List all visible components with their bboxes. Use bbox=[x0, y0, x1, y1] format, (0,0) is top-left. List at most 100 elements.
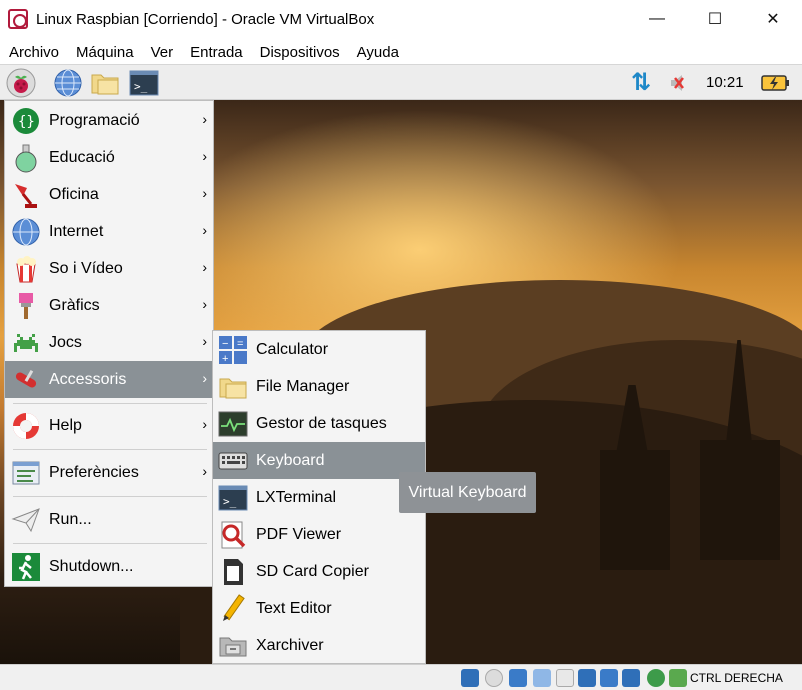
submenu-arrow-icon: › bbox=[202, 185, 207, 201]
menu-item-run[interactable]: Run... bbox=[5, 501, 213, 538]
menu-ver[interactable]: Ver bbox=[142, 44, 182, 61]
usb-icon[interactable] bbox=[556, 669, 574, 687]
space-invader-icon bbox=[14, 333, 38, 352]
svg-text:{}: {} bbox=[18, 114, 35, 130]
submenu-arrow-icon: › bbox=[202, 259, 207, 275]
menu-entrada[interactable]: Entrada bbox=[181, 44, 251, 61]
submenu-item-label: Text Editor bbox=[256, 599, 332, 617]
menu-separator bbox=[13, 403, 207, 404]
submenu-arrow-icon: › bbox=[202, 370, 207, 386]
menu-item-label: Help bbox=[49, 416, 82, 434]
virtualization-icon[interactable] bbox=[647, 669, 665, 687]
menu-separator bbox=[13, 543, 207, 544]
submenu-item-keyboard[interactable]: Keyboard bbox=[213, 442, 425, 479]
education-flask-icon bbox=[15, 144, 37, 172]
submenu-item-xarchiver[interactable]: Xarchiver bbox=[213, 627, 425, 664]
menu-item-label: Gràfics bbox=[49, 296, 100, 314]
tooltip-virtual-keyboard: Virtual Keyboard bbox=[399, 472, 536, 513]
virtualbox-statusbar: CTRL DERECHA bbox=[0, 664, 802, 690]
display-icon[interactable] bbox=[600, 669, 618, 687]
svg-text:−: − bbox=[222, 338, 228, 350]
minimize-button[interactable]: — bbox=[628, 0, 686, 38]
submenu-item-calculator[interactable]: − = + Calculator bbox=[213, 331, 425, 368]
menu-item-label: Preferències bbox=[49, 463, 139, 481]
svg-text:>_: >_ bbox=[223, 495, 237, 508]
virtualbox-menubar: Archivo Máquina Ver Entrada Dispositivos… bbox=[0, 40, 802, 64]
lifebuoy-icon bbox=[13, 412, 39, 439]
raspberry-pi-logo-icon[interactable] bbox=[6, 68, 36, 98]
speaker-muted-icon[interactable] bbox=[665, 68, 695, 98]
network-arrows-icon[interactable]: ⇅ bbox=[626, 68, 656, 98]
menu-item-label: Educació bbox=[49, 148, 115, 166]
menu-archivo[interactable]: Archivo bbox=[0, 44, 67, 61]
submenu-item-lxterminal[interactable]: >_ LXTerminal bbox=[213, 479, 425, 516]
menu-item-help[interactable]: Help › bbox=[5, 407, 213, 444]
submenu-arrow-icon: › bbox=[202, 416, 207, 432]
web-browser-globe-icon[interactable] bbox=[53, 68, 83, 98]
menu-item-shutdown[interactable]: Shutdown... bbox=[5, 548, 213, 585]
terminal-icon: >_ bbox=[218, 485, 248, 510]
sd-card-icon bbox=[224, 558, 243, 585]
menu-item-label: Run... bbox=[49, 510, 92, 528]
submenu-arrow-icon: › bbox=[202, 148, 207, 164]
submenu-item-label: Keyboard bbox=[256, 451, 325, 469]
close-button[interactable]: ✕ bbox=[744, 0, 802, 38]
virtualbox-app-icon bbox=[8, 9, 28, 29]
submenu-arrow-icon: › bbox=[202, 222, 207, 238]
menu-dispositivos[interactable]: Dispositivos bbox=[251, 44, 348, 61]
terminal-icon[interactable]: >_ bbox=[129, 68, 159, 98]
preferences-panel-icon bbox=[12, 461, 40, 484]
network-icon[interactable] bbox=[533, 669, 551, 687]
menu-item-jocs[interactable]: Jocs › bbox=[5, 324, 213, 361]
panel-clock[interactable]: 10:21 bbox=[706, 74, 744, 91]
submenu-item-label: File Manager bbox=[256, 377, 350, 395]
menu-item-label: Oficina bbox=[49, 185, 99, 203]
menu-item-internet[interactable]: Internet › bbox=[5, 213, 213, 250]
menu-item-so-i-video[interactable]: So i Vídeo › bbox=[5, 250, 213, 287]
mouse-integration-icon[interactable] bbox=[669, 669, 687, 687]
video-capture-icon[interactable] bbox=[622, 669, 640, 687]
menu-item-oficina[interactable]: Oficina › bbox=[5, 176, 213, 213]
folder-icon bbox=[219, 378, 247, 398]
menu-ayuda[interactable]: Ayuda bbox=[348, 44, 407, 61]
submenu-item-pdf-viewer[interactable]: PDF Viewer bbox=[213, 516, 425, 553]
maximize-button[interactable]: ☐ bbox=[686, 0, 744, 38]
submenu-item-label: Xarchiver bbox=[256, 636, 324, 654]
pdf-magnifier-icon bbox=[221, 521, 246, 548]
exit-running-man-icon bbox=[12, 552, 40, 581]
menu-item-preferencies[interactable]: Preferències › bbox=[5, 454, 213, 491]
submenu-item-sd-card-copier[interactable]: SD Card Copier bbox=[213, 553, 425, 590]
file-manager-folder-icon[interactable] bbox=[90, 68, 120, 98]
menu-item-label: Programació bbox=[49, 111, 140, 129]
office-lamp-icon bbox=[15, 183, 37, 208]
keyboard-icon bbox=[218, 452, 248, 469]
host-key-label: CTRL DERECHA bbox=[690, 671, 783, 685]
menu-item-educacio[interactable]: Educació › bbox=[5, 139, 213, 176]
submenu-item-label: PDF Viewer bbox=[256, 525, 342, 543]
svg-text:=: = bbox=[237, 338, 243, 350]
submenu-item-text-editor[interactable]: Text Editor bbox=[213, 590, 425, 627]
submenu-item-gestor-de-tasques[interactable]: Gestor de tasques bbox=[213, 405, 425, 442]
calculator-icon: − = + bbox=[219, 335, 247, 365]
menu-item-accessoris[interactable]: Accessoris › bbox=[5, 361, 213, 398]
menu-item-programacio[interactable]: {} Programació › bbox=[5, 102, 213, 139]
shared-folders-icon[interactable] bbox=[578, 669, 596, 687]
menu-maquina[interactable]: Máquina bbox=[67, 44, 142, 61]
popcorn-icon bbox=[16, 255, 36, 282]
menu-item-label: So i Vídeo bbox=[49, 259, 123, 277]
menu-item-grafics[interactable]: Gràfics › bbox=[5, 287, 213, 324]
submenu-arrow-icon: › bbox=[202, 111, 207, 127]
battery-charging-icon[interactable] bbox=[760, 68, 790, 98]
pencil-icon bbox=[223, 593, 245, 621]
window-controls: — ☐ ✕ bbox=[628, 0, 802, 38]
submenu-item-file-manager[interactable]: File Manager bbox=[213, 368, 425, 405]
optical-drive-icon[interactable] bbox=[485, 669, 503, 687]
internet-globe-icon bbox=[12, 218, 40, 245]
task-manager-icon bbox=[218, 411, 248, 436]
hard-disk-icon[interactable] bbox=[461, 669, 479, 687]
audio-icon[interactable] bbox=[509, 669, 527, 687]
submenu-item-label: Gestor de tasques bbox=[256, 414, 387, 432]
menu-item-label: Jocs bbox=[49, 333, 82, 351]
desktop-panel: >_ ⇅ 10:21 bbox=[0, 64, 802, 100]
menu-item-label: Shutdown... bbox=[49, 557, 134, 575]
